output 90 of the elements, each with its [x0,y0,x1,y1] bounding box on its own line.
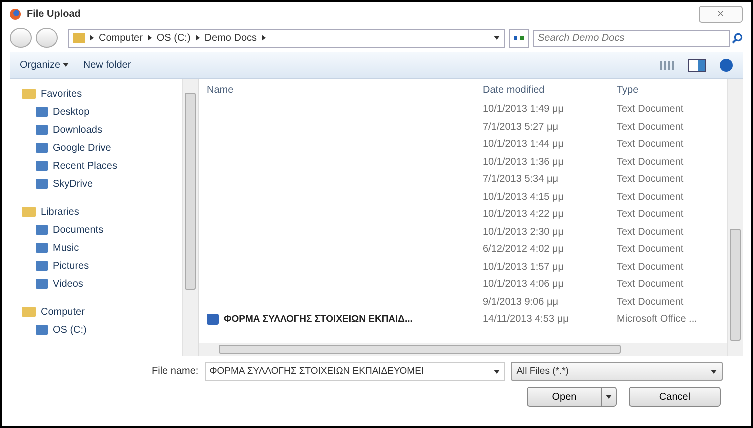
caret-icon [63,62,70,67]
caret-icon [494,370,500,374]
folder-icon [22,207,36,217]
file-name[interactable]: ΦΟΡΜΑ ΣΥΛΛΟΓΗΣ ΣΤΟΙΧΕΙΩΝ ΕΚΠΑΙΔ... [224,314,413,326]
forward-button[interactable] [36,28,58,48]
table-cell-text: Text Document [616,156,685,168]
column-header[interactable]: Name [199,84,477,96]
address-bar[interactable]: Computer OS (C:) Demo Docs [68,28,505,48]
table-cell-text: Text Document [616,226,685,238]
new-folder-button[interactable]: New folder [83,60,132,70]
table-cell-text: 10/1/2013 2:30 μμ [482,226,566,238]
view-options-icon[interactable] [660,60,674,70]
scrollbar[interactable] [199,343,727,356]
folder-icon [36,325,48,335]
sidebar-item[interactable]: Videos [22,275,182,293]
table-cell-text: Text Document [616,192,685,203]
sidebar-item[interactable]: Downloads [22,121,182,139]
close-button[interactable]: ✕ [699,6,743,22]
column-header[interactable]: Date modified [477,84,611,96]
table-cell-text: Text Document [616,209,685,220]
preview-pane-icon[interactable] [688,58,706,72]
folder-icon [36,279,48,289]
folder-icon [22,307,36,317]
folder-icon [36,125,48,135]
chevron-icon [262,35,266,41]
column-header[interactable]: Type [611,84,727,96]
folder-icon [36,179,48,189]
organize-menu-button[interactable]: Organize [20,60,70,70]
chevron-icon [90,35,94,41]
folder-icon [36,107,48,117]
table-cell-text: Text Document [616,139,685,150]
search-icon [732,32,743,44]
folder-icon [73,33,85,43]
breadcrumb[interactable]: Computer [99,32,143,44]
window-title: File Upload [27,8,81,20]
chevron-icon [196,35,200,41]
document-icon [207,314,219,326]
open-options-button[interactable] [602,387,617,407]
sidebar-item[interactable]: Music [22,239,182,257]
breadcrumb[interactable]: OS (C:) [156,32,191,44]
folder-icon [36,143,48,153]
chevron-icon [148,35,152,41]
table-cell-text: 6/12/2012 4:02 μμ [482,244,566,256]
file-name-label: File name: [152,366,199,377]
table-cell-text: Text Document [616,262,685,273]
browser-logo-icon [10,8,21,20]
sidebar-item[interactable]: Recent Places [22,157,182,175]
table-cell-text: 9/1/2013 9:06 μμ [482,296,560,308]
folder-icon [36,243,48,253]
sidebar-item[interactable]: Libraries [22,203,182,221]
table-cell-text: 7/1/2013 5:34 μμ [482,174,560,186]
scrollbar[interactable] [727,79,743,356]
breadcrumb[interactable]: Demo Docs [204,32,258,44]
table-cell-text: Text Document [616,104,685,116]
table-cell-text: 7/1/2013 5:27 μμ [482,122,560,133]
table-cell-text: Text Document [616,174,685,186]
table-cell-text: 10/1/2013 4:15 μμ [482,192,566,203]
sidebar-item[interactable]: OS (C:) [22,321,182,339]
sidebar-item[interactable]: SkyDrive [22,175,182,193]
table-cell-text: 14/11/2013 4:53 μμ [482,314,570,326]
table-cell-text: 10/1/2013 1:57 μμ [482,262,566,273]
table-cell-text: Text Document [616,122,685,133]
scrollbar[interactable] [182,79,198,356]
dropdown-arrow-icon[interactable] [494,36,500,40]
table-cell-text: 10/1/2013 1:49 μμ [482,104,566,116]
folder-icon [36,261,48,271]
sidebar-item[interactable]: Computer [22,303,182,321]
back-button[interactable] [10,28,32,48]
table-cell-text: 10/1/2013 1:44 μμ [482,139,566,150]
sidebar-item[interactable]: Google Drive [22,139,182,157]
caret-icon [710,370,717,374]
table-cell-text: Microsoft Office ... [616,314,698,326]
folder-icon [36,161,48,171]
open-button[interactable]: Open [527,387,602,407]
cancel-button[interactable]: Cancel [629,387,721,407]
sidebar-item[interactable]: Favorites [22,85,182,103]
table-cell-text: Text Document [616,244,685,256]
folder-icon [22,89,36,99]
sidebar-item[interactable]: Desktop [22,103,182,121]
search-field[interactable]: Search Demo Docs [533,30,730,46]
table-cell-text: 10/1/2013 1:36 μμ [482,156,566,168]
file-name-field[interactable]: ΦΟΡΜΑ ΣΥΛΛΟΓΗΣ ΣΤΟΙΧΕΙΩΝ ΕΚΠΑΙΔΕΥΟΜΕΙ [204,362,505,381]
sidebar-item[interactable]: Pictures [22,257,182,275]
table-cell-text: 10/1/2013 4:06 μμ [482,279,566,290]
file-type-dropdown[interactable]: All Files (*.*) [510,362,723,381]
table-cell-text: Text Document [616,296,685,308]
folder-icon [36,225,48,235]
sidebar-item[interactable]: Documents [22,221,182,239]
table-cell-text: Text Document [616,279,685,290]
table-cell-text: 10/1/2013 4:22 μμ [482,209,566,220]
